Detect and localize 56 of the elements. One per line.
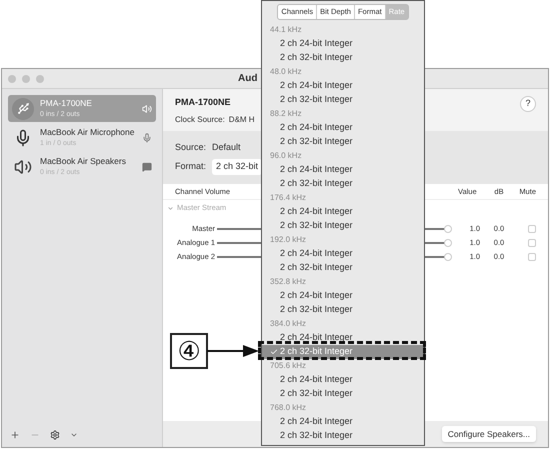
format-option[interactable]: 2 ch 32-bit Integer	[262, 93, 424, 107]
device-name: MacBook Air Speakers	[40, 157, 127, 166]
source-label: Source:	[175, 140, 206, 154]
rate-header: 96.0 kHz	[270, 150, 302, 162]
format-option[interactable]: 2 ch 32-bit Integer	[262, 303, 424, 317]
format-option[interactable]: 2 ch 24-bit Integer	[262, 247, 424, 261]
format-option[interactable]: 2 ch 24-bit Integer	[262, 289, 424, 303]
step-callout: ④	[170, 333, 208, 369]
rate-header: 88.2 kHz	[270, 108, 302, 120]
arrow-icon	[207, 345, 259, 357]
usb-icon	[12, 98, 34, 120]
mute-checkbox[interactable]	[528, 239, 536, 247]
format-option[interactable]: 2 ch 32-bit Integer	[262, 177, 424, 191]
format-option[interactable]: 2 ch 32-bit Integer	[262, 219, 424, 233]
speaker-icon	[142, 104, 152, 114]
format-option[interactable]: 2 ch 24-bit Integer	[262, 205, 424, 219]
chevron-down-icon[interactable]	[70, 431, 78, 439]
device-title: PMA-1700NE	[175, 96, 231, 109]
format-dropdown[interactable]: 2 ch 32-bit	[212, 159, 262, 174]
configure-speakers-button[interactable]: Configure Speakers...	[442, 426, 536, 442]
microphone-icon	[142, 132, 152, 142]
rate-header: 176.4 kHz	[270, 192, 306, 204]
format-label: Format:	[175, 160, 206, 173]
format-option[interactable]: 2 ch 32-bit Integer	[262, 261, 424, 275]
rate-header: 192.0 kHz	[270, 234, 306, 246]
format-option[interactable]: 2 ch 32-bit Integer	[262, 387, 424, 401]
format-option[interactable]: 2 ch 24-bit Integer	[262, 373, 424, 387]
format-option[interactable]: 2 ch 24-bit Integer	[262, 163, 424, 177]
format-option[interactable]: 2 ch 24-bit Integer	[262, 121, 424, 135]
format-option[interactable]: 2 ch 24-bit Integer	[262, 79, 424, 93]
settings-icon[interactable]	[50, 430, 60, 440]
format-option[interactable]: 2 ch 32-bit Integer	[262, 429, 424, 443]
add-icon[interactable]	[10, 430, 20, 440]
help-button[interactable]: ?	[520, 96, 536, 112]
rate-header: 352.8 kHz	[270, 276, 306, 288]
rate-header: 48.0 kHz	[270, 66, 302, 78]
format-option[interactable]: 2 ch 32-bit Integer	[262, 51, 424, 65]
mute-checkbox[interactable]	[528, 225, 536, 233]
checkmark-icon	[270, 348, 278, 356]
format-option[interactable]: 2 ch 24-bit Integer	[262, 37, 424, 51]
format-option[interactable]: 2 ch 24-bit Integer	[262, 331, 424, 345]
device-name: MacBook Air Microphone	[40, 128, 136, 137]
window-title: Aud	[238, 72, 258, 86]
rate-header: 768.0 kHz	[270, 402, 306, 414]
speech-bubble-icon	[142, 162, 152, 172]
clock-source-value: D&M H	[228, 114, 255, 126]
mute-checkbox[interactable]	[528, 253, 536, 261]
disclosure-icon[interactable]	[167, 204, 174, 212]
rate-header: 384.0 kHz	[270, 318, 306, 330]
source-value: Default	[212, 140, 241, 154]
format-option[interactable]: 2 ch 24-bit Integer	[262, 415, 424, 429]
rate-header: 705.6 kHz	[270, 360, 306, 372]
clock-source-label: Clock Source:	[175, 114, 225, 126]
device-name: PMA-1700NE	[40, 99, 93, 108]
rate-header: 44.1 kHz	[270, 24, 302, 36]
format-option[interactable]: 2 ch 32-bit Integer	[262, 135, 424, 149]
